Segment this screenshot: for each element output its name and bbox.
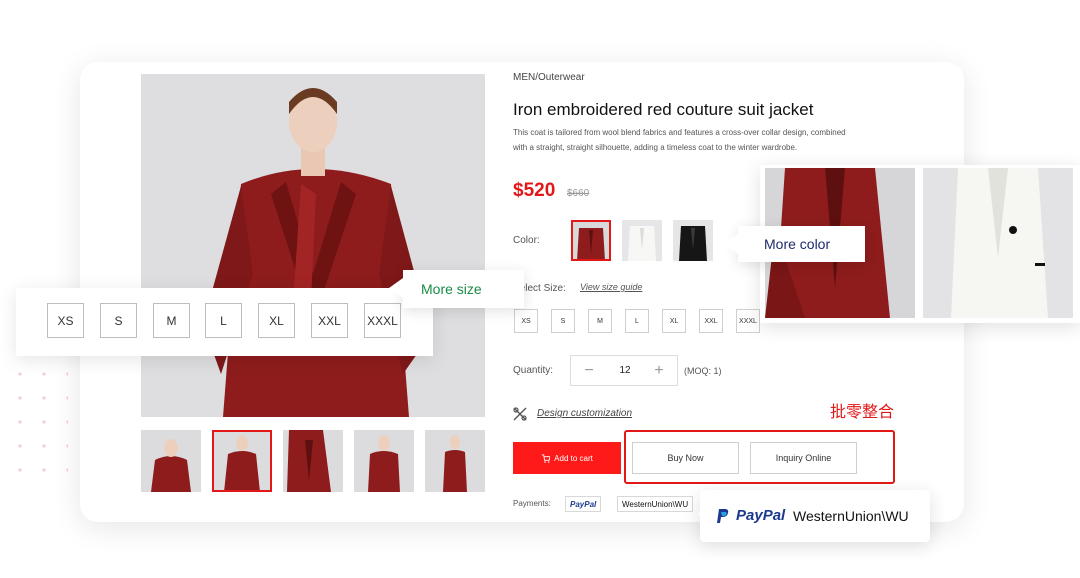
size-option-m[interactable]: M bbox=[588, 309, 612, 333]
color-swatch-black[interactable] bbox=[673, 220, 713, 261]
breadcrumb-category[interactable]: MEN/Outerwear bbox=[513, 72, 585, 83]
thumbnail-strip bbox=[141, 430, 485, 492]
original-price: $660 bbox=[567, 188, 590, 199]
size-zoom-xs[interactable]: XS bbox=[47, 303, 84, 338]
paypal-logo-text: PayPal bbox=[736, 507, 786, 524]
inquiry-online-button[interactable]: Inquiry Online bbox=[750, 442, 857, 474]
size-zoom-xxxl[interactable]: XXXL bbox=[364, 303, 401, 338]
moq-note: (MOQ: 1) bbox=[684, 366, 722, 376]
color-zoom-white-image bbox=[923, 168, 1073, 318]
decorative-dots bbox=[8, 338, 68, 478]
payments-zoom-panel: PayPal WesternUnion\WU bbox=[698, 490, 930, 542]
design-tools-icon bbox=[513, 407, 527, 421]
payments-label: Payments: bbox=[513, 499, 551, 508]
size-option-xxxl[interactable]: XXXL bbox=[736, 309, 760, 333]
size-zoom-s[interactable]: S bbox=[100, 303, 137, 338]
main-product-image bbox=[141, 74, 485, 417]
size-option-xxl[interactable]: XXL bbox=[699, 309, 723, 333]
buy-now-button[interactable]: Buy Now bbox=[632, 442, 739, 474]
product-title: Iron embroidered red couture suit jacket bbox=[513, 100, 814, 119]
quantity-stepper: − 12 + bbox=[570, 355, 678, 386]
western-union-logo: WesternUnion\WU bbox=[793, 508, 909, 524]
size-zoom-xxl[interactable]: XXL bbox=[311, 303, 348, 338]
wholesale-retail-annotation: 批零整合 bbox=[830, 402, 895, 421]
size-zoom-panel: XS S M L XL XXL XXXL bbox=[16, 288, 433, 356]
more-color-callout: More color bbox=[724, 226, 865, 262]
quantity-decrement-button[interactable]: − bbox=[579, 361, 599, 381]
current-price: $520 bbox=[513, 180, 556, 201]
color-label: Color: bbox=[513, 235, 540, 246]
thumbnail-3[interactable] bbox=[283, 430, 343, 492]
color-swatch-red[interactable] bbox=[571, 220, 611, 261]
more-size-callout: More size bbox=[389, 270, 524, 308]
quantity-value[interactable]: 12 bbox=[611, 365, 639, 376]
size-option-s[interactable]: S bbox=[551, 309, 575, 333]
cart-icon bbox=[542, 453, 551, 463]
quantity-increment-button[interactable]: + bbox=[649, 361, 669, 381]
thumbnail-4[interactable] bbox=[354, 430, 414, 492]
size-zoom-l[interactable]: L bbox=[205, 303, 242, 338]
product-description: This coat is tailored from wool blend fa… bbox=[513, 128, 846, 152]
size-zoom-xl[interactable]: XL bbox=[258, 303, 295, 338]
size-option-xl[interactable]: XL bbox=[662, 309, 686, 333]
add-to-cart-button[interactable]: Add to cart bbox=[513, 442, 621, 474]
paypal-icon bbox=[717, 508, 729, 523]
thumbnail-1[interactable] bbox=[141, 430, 201, 492]
thumbnail-2[interactable] bbox=[212, 430, 272, 492]
size-guide-link[interactable]: View size guide bbox=[580, 282, 642, 292]
western-union-badge: WesternUnion\WU bbox=[617, 496, 694, 512]
add-to-cart-label: Add to cart bbox=[554, 453, 593, 463]
size-option-l[interactable]: L bbox=[625, 309, 649, 333]
design-customization-link[interactable]: Design customization bbox=[537, 408, 632, 419]
paypal-badge: PayPal bbox=[565, 496, 602, 512]
color-swatch-white[interactable] bbox=[622, 220, 662, 261]
size-option-xs[interactable]: XS bbox=[514, 309, 538, 333]
thumbnail-5[interactable] bbox=[425, 430, 485, 492]
quantity-label: Quantity: bbox=[513, 365, 554, 376]
size-zoom-m[interactable]: M bbox=[153, 303, 190, 338]
paypal-logo: PayPal bbox=[716, 507, 785, 524]
